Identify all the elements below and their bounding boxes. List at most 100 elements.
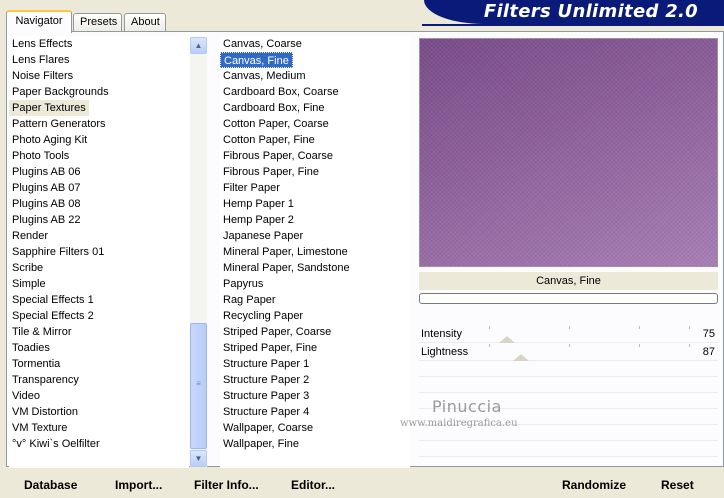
filter-item[interactable]: Fibrous Paper, Coarse xyxy=(220,148,336,164)
filter-item[interactable]: Canvas, Medium xyxy=(220,68,309,84)
category-row[interactable]: °v° Kiwi`s Oelfilter xyxy=(9,436,189,452)
filter-row[interactable]: Structure Paper 3 xyxy=(220,388,410,404)
category-row[interactable]: Simple xyxy=(9,276,189,292)
filter-row[interactable]: Cardboard Box, Fine xyxy=(220,100,410,116)
filter-row[interactable]: Wallpaper, Fine xyxy=(220,436,410,452)
filter-item[interactable]: Structure Paper 2 xyxy=(220,372,312,388)
scrollbar-thumb[interactable]: ≡ xyxy=(190,323,207,449)
category-item[interactable]: Photo Aging Kit xyxy=(9,132,90,148)
category-item[interactable]: Tormentia xyxy=(9,356,63,372)
scroll-down-button[interactable]: ▼ xyxy=(190,450,207,467)
filter-item[interactable]: Cardboard Box, Fine xyxy=(220,100,328,116)
category-row[interactable]: Plugins AB 22 xyxy=(9,212,189,228)
filter-row[interactable]: Canvas, Coarse xyxy=(220,36,410,52)
filter-item[interactable]: Japanese Paper xyxy=(220,228,306,244)
intensity-slider-thumb[interactable] xyxy=(499,336,515,343)
filter-item[interactable]: Papyrus xyxy=(220,276,266,292)
category-item[interactable]: VM Distortion xyxy=(9,404,81,420)
filter-item[interactable]: Canvas, Fine xyxy=(220,52,293,68)
filter-row[interactable]: Structure Paper 4 xyxy=(220,404,410,420)
filter-row[interactable]: Papyrus xyxy=(220,276,410,292)
filter-row[interactable]: Cardboard Box, Coarse xyxy=(220,84,410,100)
reset-button[interactable]: Reset xyxy=(661,478,694,492)
category-item[interactable]: Simple xyxy=(9,276,49,292)
category-item[interactable]: Scribe xyxy=(9,260,46,276)
category-row[interactable]: Photo Aging Kit xyxy=(9,132,189,148)
filter-item[interactable]: Wallpaper, Coarse xyxy=(220,420,316,436)
category-row[interactable]: VM Distortion xyxy=(9,404,189,420)
filter-row[interactable]: Mineral Paper, Limestone xyxy=(220,244,410,260)
category-row[interactable]: VM Texture xyxy=(9,420,189,436)
filter-row[interactable]: Japanese Paper xyxy=(220,228,410,244)
category-item[interactable]: Video xyxy=(9,388,43,404)
filter-row[interactable]: Striped Paper, Coarse xyxy=(220,324,410,340)
filter-row[interactable]: Filter Paper xyxy=(220,180,410,196)
tab-navigator[interactable]: Navigator xyxy=(6,10,72,33)
category-row[interactable]: Special Effects 1 xyxy=(9,292,189,308)
category-item[interactable]: Pattern Generators xyxy=(9,116,109,132)
filter-item[interactable]: Recycling Paper xyxy=(220,308,306,324)
category-item[interactable]: Paper Textures xyxy=(9,100,89,116)
randomize-button[interactable]: Randomize xyxy=(562,478,626,492)
category-item[interactable]: Noise Filters xyxy=(9,68,76,84)
filter-item[interactable]: Wallpaper, Fine xyxy=(220,436,302,452)
filter-row[interactable]: Cotton Paper, Coarse xyxy=(220,116,410,132)
filter-item[interactable]: Structure Paper 3 xyxy=(220,388,312,404)
category-row[interactable]: Tormentia xyxy=(9,356,189,372)
filter-row[interactable]: Structure Paper 2 xyxy=(220,372,410,388)
filter-item[interactable]: Hemp Paper 2 xyxy=(220,212,297,228)
category-row[interactable]: Scribe xyxy=(9,260,189,276)
category-list[interactable]: Lens Effects Lens Flares Noise Filters Pape… xyxy=(9,36,189,468)
category-item[interactable]: Paper Backgrounds xyxy=(9,84,112,100)
category-row[interactable]: Tile & Mirror xyxy=(9,324,189,340)
category-row[interactable]: Plugins AB 06 xyxy=(9,164,189,180)
filter-item[interactable]: Cardboard Box, Coarse xyxy=(220,84,342,100)
category-item[interactable]: Plugins AB 06 xyxy=(9,164,84,180)
filter-list[interactable]: Canvas, Coarse Canvas, Fine Canvas, Medium… xyxy=(220,36,410,468)
category-row[interactable]: Render xyxy=(9,228,189,244)
category-row[interactable]: Video xyxy=(9,388,189,404)
category-row[interactable]: Photo Tools xyxy=(9,148,189,164)
filter-item[interactable]: Striped Paper, Fine xyxy=(220,340,320,356)
filter-item[interactable]: Structure Paper 1 xyxy=(220,356,312,372)
category-scrollbar[interactable]: ▲ ≡ ▼ xyxy=(190,37,207,467)
param-lightness[interactable]: Lightness 87 xyxy=(419,344,718,361)
category-item[interactable]: Plugins AB 07 xyxy=(9,180,84,196)
category-item[interactable]: Plugins AB 22 xyxy=(9,212,84,228)
filter-row[interactable]: Recycling Paper xyxy=(220,308,410,324)
category-item[interactable]: VM Texture xyxy=(9,420,70,436)
database-button[interactable]: Database xyxy=(24,478,77,492)
import-button[interactable]: Import... xyxy=(115,478,162,492)
category-row[interactable]: Plugins AB 07 xyxy=(9,180,189,196)
category-row[interactable]: Noise Filters xyxy=(9,68,189,84)
category-item[interactable]: Special Effects 2 xyxy=(9,308,97,324)
param-intensity[interactable]: Intensity 75 xyxy=(419,326,718,343)
category-row[interactable]: Sapphire Filters 01 xyxy=(9,244,189,260)
category-item[interactable]: Tile & Mirror xyxy=(9,324,74,340)
category-item[interactable]: Lens Effects xyxy=(9,36,75,52)
filter-item[interactable]: Canvas, Coarse xyxy=(220,36,305,52)
filter-row[interactable]: Structure Paper 1 xyxy=(220,356,410,372)
filter-item[interactable]: Fibrous Paper, Fine xyxy=(220,164,322,180)
category-item[interactable]: Transparency xyxy=(9,372,82,388)
filter-item[interactable]: Hemp Paper 1 xyxy=(220,196,297,212)
category-row[interactable]: Lens Effects xyxy=(9,36,189,52)
filter-item[interactable]: Filter Paper xyxy=(220,180,283,196)
category-row[interactable]: Paper Textures xyxy=(9,100,189,116)
category-row[interactable]: Lens Flares xyxy=(9,52,189,68)
category-item[interactable]: °v° Kiwi`s Oelfilter xyxy=(9,436,103,452)
filter-item[interactable]: Cotton Paper, Fine xyxy=(220,132,318,148)
filter-row[interactable]: Striped Paper, Fine xyxy=(220,340,410,356)
category-row[interactable]: Toadies xyxy=(9,340,189,356)
filter-row[interactable]: Canvas, Fine xyxy=(220,52,410,68)
filter-item[interactable]: Mineral Paper, Limestone xyxy=(220,244,351,260)
filter-row[interactable]: Fibrous Paper, Fine xyxy=(220,164,410,180)
filter-item[interactable]: Mineral Paper, Sandstone xyxy=(220,260,353,276)
category-item[interactable]: Sapphire Filters 01 xyxy=(9,244,107,260)
filter-row[interactable]: Rag Paper xyxy=(220,292,410,308)
category-item[interactable]: Toadies xyxy=(9,340,53,356)
category-item[interactable]: Plugins AB 08 xyxy=(9,196,84,212)
editor-button[interactable]: Editor... xyxy=(291,478,335,492)
category-row[interactable]: Special Effects 2 xyxy=(9,308,189,324)
filter-row[interactable]: Hemp Paper 2 xyxy=(220,212,410,228)
